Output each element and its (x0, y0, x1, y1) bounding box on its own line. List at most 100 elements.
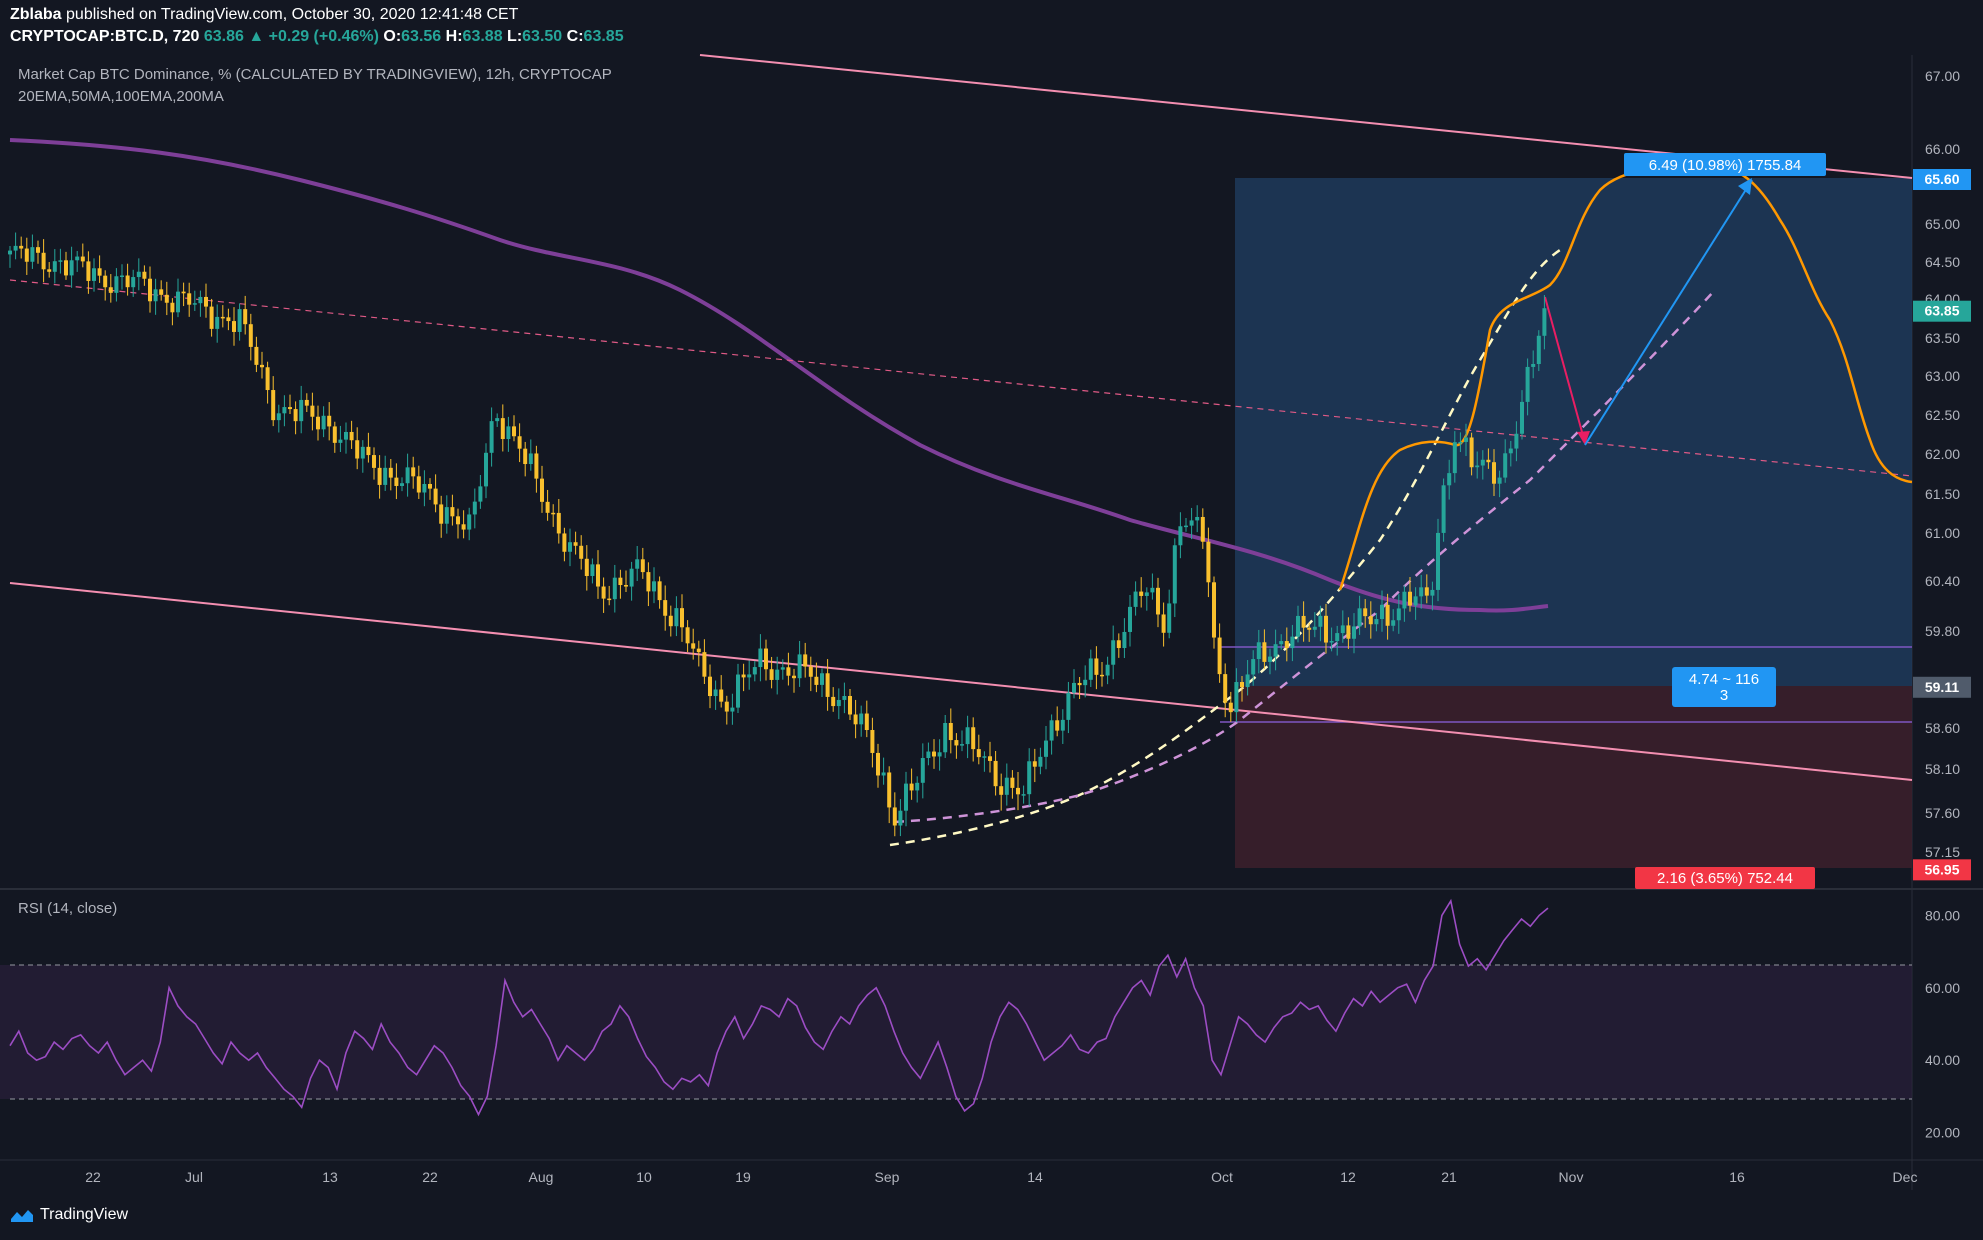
center-label[interactable]: 4.74 ~ 116 3 (1672, 667, 1776, 707)
long-profit-zone[interactable] (1235, 178, 1912, 686)
candle-body (1357, 608, 1362, 627)
candle-body (797, 654, 802, 679)
candle-body (422, 483, 427, 493)
candle-body (355, 440, 360, 459)
candle-body (69, 260, 74, 276)
candle-body (920, 758, 925, 783)
candle-body (556, 512, 561, 534)
candle-body (1240, 682, 1244, 688)
candle-body (1531, 364, 1536, 367)
candle-body (1514, 433, 1519, 449)
price-chart[interactable]: 6.49 (10.98%) 1755.84 4.74 ~ 116 3 2.16 … (0, 0, 1983, 1240)
candle-body (36, 247, 40, 253)
candle-body (220, 316, 225, 319)
candle-body (624, 585, 628, 587)
footer-brand[interactable]: TradingView (10, 1206, 128, 1224)
candle-body (562, 533, 567, 552)
candle-body (1256, 642, 1261, 660)
candle-body (1419, 587, 1424, 597)
candle-body (153, 289, 158, 302)
rsi-title[interactable]: RSI (14, close) (18, 900, 117, 917)
time-tick-11: 21 (1441, 1169, 1457, 1185)
price-tick-11: 60.40 (1925, 573, 1960, 589)
candle-body (282, 407, 287, 414)
candle-body (741, 674, 746, 678)
candle-body (876, 752, 880, 776)
candle-body (1380, 604, 1384, 620)
candle-body (909, 783, 914, 791)
candle-body (1004, 777, 1009, 795)
rsi-axis[interactable]: 80.00 60.00 40.00 20.00 (1925, 907, 1960, 1140)
candle-body (1212, 582, 1216, 638)
candle-body (1167, 603, 1172, 633)
candle-body (1413, 596, 1418, 606)
time-axis[interactable]: 22 Jul 13 22 Aug 10 19 Sep 14 Oct 12 21 Nov 16 Dec (85, 1169, 1917, 1185)
target-label[interactable]: 6.49 (10.98%) 1755.84 (1624, 153, 1826, 176)
candle-body (859, 713, 864, 725)
candle-body (405, 467, 410, 484)
candle-body (75, 256, 80, 261)
candle-body (1038, 756, 1043, 767)
candle-body (372, 455, 376, 468)
candle-body (1150, 587, 1155, 593)
candle-body (1268, 656, 1272, 662)
candle-body (1200, 516, 1205, 542)
candle-body (288, 407, 292, 410)
candle-body (86, 261, 91, 281)
candle-body (579, 545, 584, 559)
candle-body (988, 756, 992, 761)
candle-body (1128, 606, 1132, 632)
candle-body (1464, 437, 1468, 442)
candle-body (607, 598, 612, 601)
candle-body (1469, 437, 1474, 468)
candle-body (366, 446, 371, 456)
candle-body (618, 577, 623, 586)
rsi-tick-0: 80.00 (1925, 907, 1960, 923)
price-tick-8: 62.00 (1925, 446, 1960, 462)
candle-body (1352, 626, 1356, 639)
time-tick-7: Sep (875, 1169, 900, 1185)
candle-body (1430, 589, 1435, 596)
candle-body (30, 247, 35, 262)
candle-body (1279, 641, 1284, 645)
candle-body (1116, 640, 1121, 649)
candle-body (131, 277, 136, 288)
candle-body (1290, 636, 1295, 649)
time-tick-5: 10 (636, 1169, 652, 1185)
candle-body (758, 648, 763, 668)
candle-body (439, 504, 444, 524)
candle-body (1195, 516, 1200, 521)
candle-body (1324, 615, 1328, 643)
candle-body (803, 654, 808, 667)
candle-body (332, 426, 337, 443)
candle-body (551, 512, 556, 515)
candle-body (1111, 640, 1116, 665)
stop-label-text: 2.16 (3.65%) 752.44 (1657, 870, 1793, 887)
candle-body (260, 364, 264, 368)
candle-body (545, 501, 550, 513)
candle-body (792, 675, 796, 679)
candle-body (820, 673, 824, 685)
price-tick-6: 63.00 (1925, 368, 1960, 384)
candle-body (136, 271, 141, 278)
candle-body (960, 744, 964, 746)
candle-body (1234, 682, 1239, 713)
long-loss-zone[interactable] (1235, 686, 1912, 868)
candle-body (394, 477, 399, 486)
time-tick-13: 16 (1729, 1169, 1745, 1185)
candle-body (831, 696, 836, 707)
candle-body (176, 291, 180, 313)
candle-body (904, 783, 908, 811)
candle-body (164, 294, 169, 303)
candle-body (187, 293, 192, 305)
candle-body (1396, 608, 1401, 621)
time-tick-6: 19 (735, 1169, 751, 1185)
candle-body (512, 426, 516, 437)
stop-label[interactable]: 2.16 (3.65%) 752.44 (1635, 867, 1815, 889)
candle-body (540, 478, 544, 502)
candle-body (1273, 644, 1278, 657)
candle-body (1100, 674, 1104, 677)
candle-body (276, 413, 281, 421)
candle-body (780, 667, 785, 670)
candle-body (1217, 637, 1222, 675)
